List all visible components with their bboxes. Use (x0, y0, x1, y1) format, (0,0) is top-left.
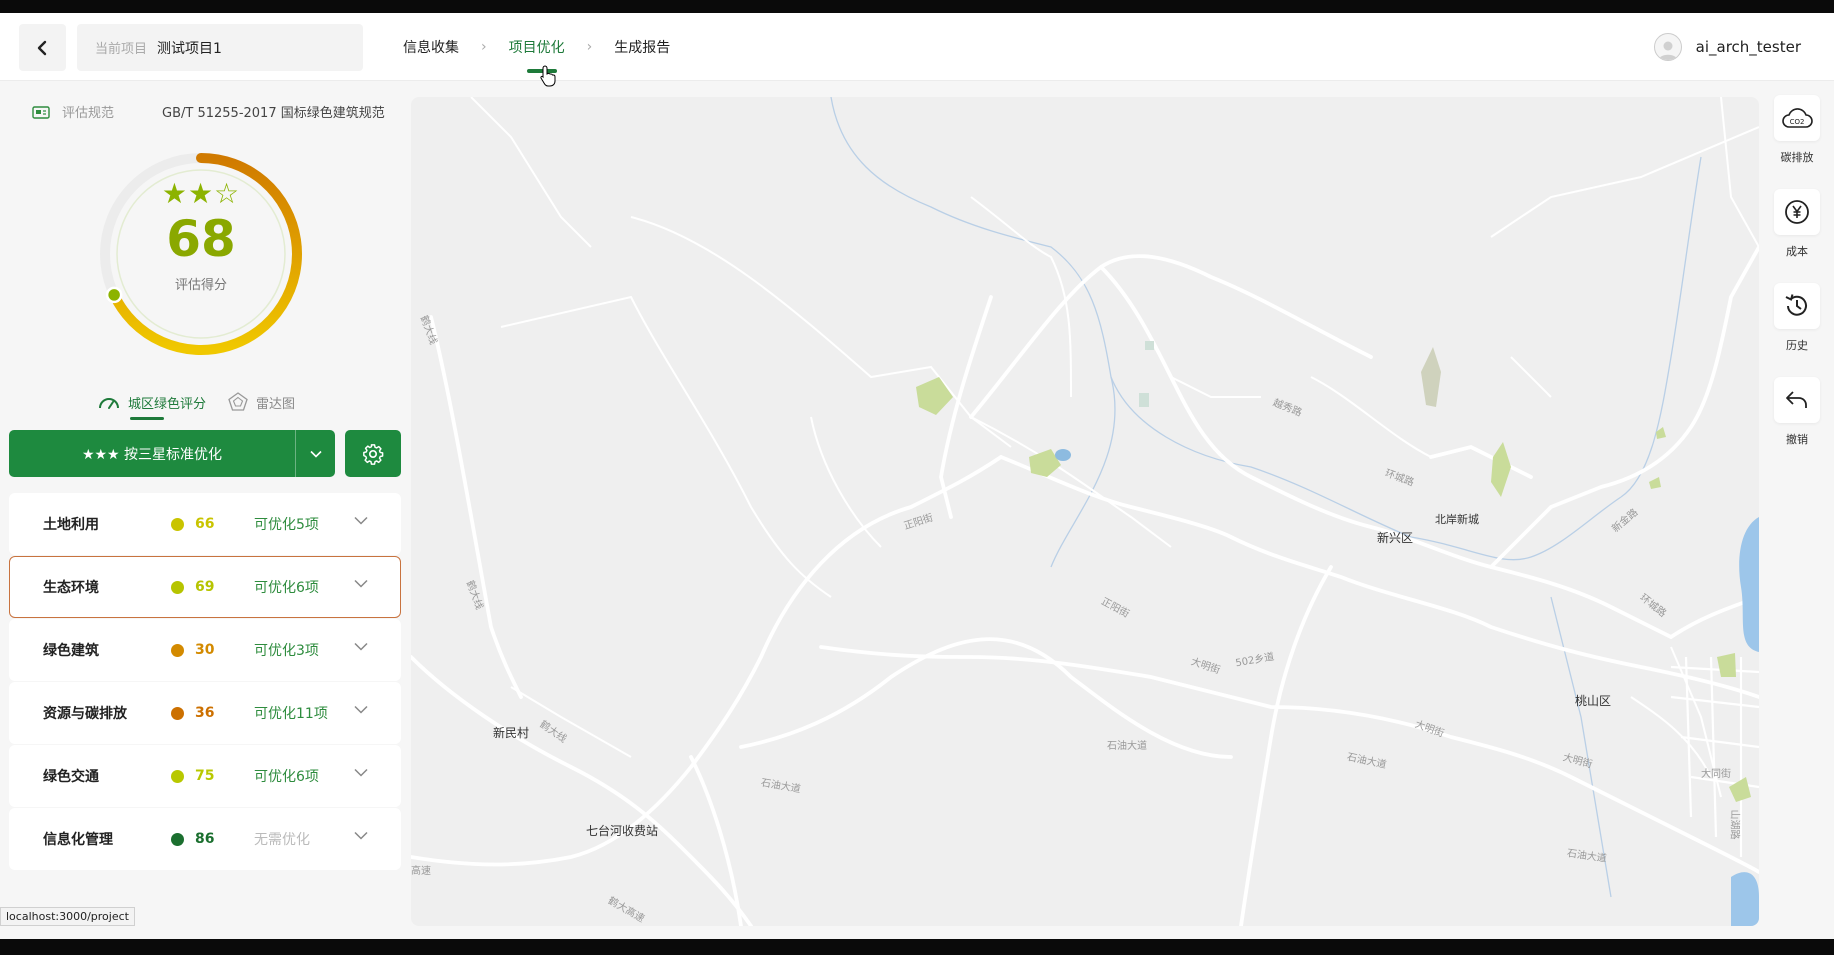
score-dot-icon (171, 643, 184, 657)
current-project-label: 当前项目 (95, 42, 148, 57)
category-optimize-count: 可优化3项 (254, 643, 319, 659)
step-info-collection[interactable]: 信息收集 (403, 13, 459, 81)
cost-tool[interactable]: 成本 (1770, 189, 1824, 259)
category-card[interactable]: 生态环境 69 可优化6项 (9, 556, 401, 618)
username: ai_arch_tester (1695, 38, 1801, 56)
category-optimize-count: 可优化6项 (254, 580, 319, 596)
category-score: 36 (195, 705, 215, 721)
map-label-road: 高速 (411, 866, 431, 877)
category-card[interactable]: 资源与碳排放 36 可优化11项 (9, 682, 401, 744)
score-gauge: ★★☆ 68 评估得分 (96, 149, 306, 359)
current-project-box[interactable]: 当前项目 测试项目1 (77, 24, 363, 71)
score-dot-icon (171, 769, 184, 783)
chevron-down-icon[interactable] (354, 516, 368, 525)
yen-icon (1785, 200, 1809, 224)
map-canvas (411, 97, 1759, 926)
map-label-place: 桃山区 (1575, 694, 1612, 708)
score-dot-icon (171, 706, 184, 720)
category-name: 绿色交通 (43, 769, 99, 785)
category-name: 资源与碳排放 (43, 706, 127, 722)
optimize-button-label: ★★★ 按三星标准优化 (81, 446, 223, 463)
category-score: 66 (195, 516, 215, 532)
chevron-down-icon[interactable] (354, 705, 368, 714)
step-navigation: 信息收集 › 项目优化 › 生成报告 (403, 13, 670, 81)
map-tools: CO2 碳排放 成本 历史 撤销 (1770, 95, 1824, 471)
user-menu[interactable]: ai_arch_tester (1653, 13, 1801, 81)
gear-icon (363, 443, 384, 465)
category-score: 69 (195, 579, 215, 595)
tab-radar-chart[interactable]: 雷达图 (228, 388, 295, 416)
undo-icon (1786, 391, 1807, 408)
map-label-place: 七台河收费站 (586, 824, 659, 838)
map-view[interactable]: 新民村 七台河收费站 新兴区 北岸新城 桃山区 石油大道 石油大道 石油大道 石… (411, 97, 1759, 926)
map-label-road: 石油大道 (1107, 741, 1147, 752)
category-name: 土地利用 (43, 517, 99, 533)
chevron-down-icon[interactable] (354, 768, 368, 777)
avatar (1653, 33, 1682, 61)
standard-row: 评估规范 GB/T 51255-2017 国标绿色建筑规范 (32, 102, 385, 121)
category-card[interactable]: 绿色建筑 30 可优化3项 (9, 619, 401, 681)
map-label-road: 大同街 (1701, 769, 1731, 780)
overall-score-label: 评估得分 (174, 278, 227, 293)
category-score: 75 (195, 768, 215, 784)
optimize-three-star-button[interactable]: ★★★ 按三星标准优化 (9, 430, 335, 477)
star-rating: ★★☆ (161, 177, 241, 210)
co2-cloud-icon: CO2 (1782, 108, 1813, 128)
user-icon (1658, 41, 1677, 60)
chevron-left-icon (37, 40, 46, 55)
map-label-place: 新兴区 (1377, 531, 1414, 545)
optimize-dropdown-toggle[interactable] (295, 430, 335, 477)
category-card[interactable]: 绿色交通 75 可优化6项 (9, 745, 401, 807)
map-label-place: 新民村 (493, 726, 530, 740)
left-panel: 评估规范 GB/T 51255-2017 国标绿色建筑规范 ★★☆ 68 评估得… (0, 82, 411, 939)
score-dot-icon (171, 580, 184, 594)
category-name: 绿色建筑 (43, 643, 99, 659)
view-tabs: 城区绿色评分 雷达图 (98, 388, 295, 420)
carbon-emission-tool[interactable]: CO2 碳排放 (1770, 95, 1824, 165)
category-score: 30 (195, 642, 215, 658)
category-name: 信息化管理 (43, 832, 113, 848)
step-generate-report[interactable]: 生成报告 (614, 13, 670, 81)
standard-label: 评估规范 (62, 106, 115, 121)
chevron-down-icon (309, 450, 322, 458)
standard-value[interactable]: GB/T 51255-2017 国标绿色建筑规范 (162, 102, 385, 121)
overall-score: 68 (166, 210, 236, 268)
category-card[interactable]: 土地利用 66 可优化5项 (9, 493, 401, 555)
app-window: 当前项目 测试项目1 信息收集 › 项目优化 › 生成报告 ai_arch_te… (0, 13, 1834, 939)
chevron-down-icon[interactable] (354, 831, 368, 840)
category-optimize-count: 可优化11项 (254, 706, 328, 722)
step-project-optimization[interactable]: 项目优化 (509, 13, 565, 81)
score-dot-icon (171, 517, 184, 531)
map-label-place: 北岸新城 (1435, 513, 1479, 526)
map-label-road: 山湖路 (1728, 809, 1740, 840)
history-tool[interactable]: 历史 (1770, 283, 1824, 353)
chevron-down-icon[interactable] (354, 642, 368, 651)
screen-border-bottom (0, 939, 1834, 955)
svg-text:CO2: CO2 (1790, 118, 1805, 126)
category-optimize-count: 可优化6项 (254, 769, 319, 785)
speedometer-icon (99, 398, 119, 409)
screen-border-top (0, 0, 1834, 13)
back-button[interactable] (19, 24, 66, 71)
category-card[interactable]: 信息化管理 86 无需优化 (9, 808, 401, 870)
step-separator-icon: › (481, 39, 487, 55)
category-name: 生态环境 (43, 580, 99, 596)
chevron-down-icon[interactable] (354, 579, 368, 588)
category-optimize-count: 可优化5项 (254, 517, 319, 533)
score-dot-icon (171, 832, 184, 846)
tab-district-green-score[interactable]: 城区绿色评分 (98, 388, 206, 420)
history-icon (1785, 294, 1807, 316)
status-bar-url: localhost:3000/project (0, 907, 135, 926)
standard-document-icon (32, 105, 50, 119)
category-optimize-count: 无需优化 (254, 832, 310, 848)
undo-tool[interactable]: 撤销 (1770, 377, 1824, 447)
settings-button[interactable] (345, 430, 401, 477)
top-header: 当前项目 测试项目1 信息收集 › 项目优化 › 生成报告 ai_arch_te… (0, 13, 1834, 81)
current-project-name: 测试项目1 (157, 40, 222, 57)
category-score: 86 (195, 831, 215, 847)
step-separator-icon: › (586, 39, 593, 55)
radar-icon (228, 392, 248, 411)
